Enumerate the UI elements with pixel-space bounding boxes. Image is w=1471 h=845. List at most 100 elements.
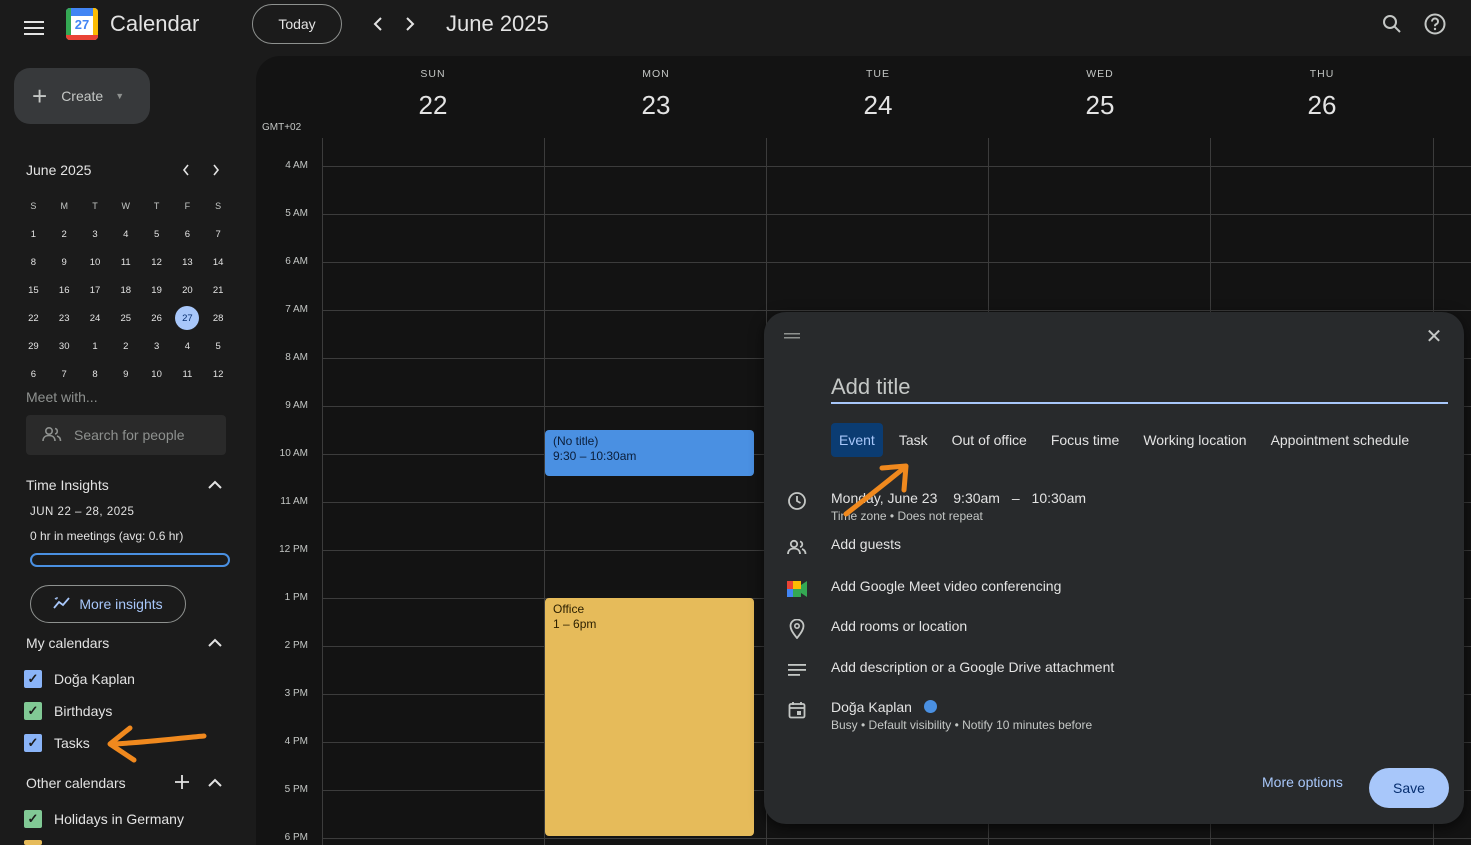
mini-day[interactable]: 23 [49, 304, 80, 332]
mini-day[interactable]: 27 [172, 304, 203, 332]
mini-day[interactable]: 12 [141, 248, 172, 276]
mini-day[interactable]: 5 [141, 220, 172, 248]
tab-event[interactable]: Event [831, 423, 883, 457]
mini-day[interactable]: 8 [18, 248, 49, 276]
collapse-insights-icon[interactable] [205, 475, 225, 495]
mini-day[interactable]: 16 [49, 276, 80, 304]
add-location-row[interactable]: Add rooms or location [786, 618, 967, 640]
save-button[interactable]: Save [1369, 768, 1449, 808]
calendar-item-doga-kaplan[interactable]: ✓ Doğa Kaplan [24, 670, 135, 688]
calendar-logo-icon[interactable]: 27 [66, 8, 98, 40]
mini-next-month-icon[interactable] [206, 158, 226, 182]
checkbox-checked-icon[interactable]: ✓ [24, 734, 42, 752]
tab-task[interactable]: Task [891, 423, 936, 457]
event-office[interactable]: Office 1 – 6pm [545, 598, 754, 836]
event-no-title[interactable]: (No title) 9:30 – 10:30am [545, 430, 754, 476]
add-calendar-icon[interactable] [172, 772, 192, 792]
mini-day[interactable]: 12 [203, 360, 234, 388]
today-button[interactable]: Today [252, 4, 342, 44]
event-start-time[interactable]: 9:30am [953, 490, 1000, 506]
checkbox-checked-icon[interactable]: ✓ [24, 810, 42, 828]
mini-day[interactable]: 3 [80, 220, 111, 248]
search-people-field[interactable]: Search for people [26, 415, 226, 455]
calendar-owner-name[interactable]: Doğa Kaplan [831, 699, 912, 715]
calendar-item-birthdays[interactable]: ✓ Birthdays [24, 702, 112, 720]
mini-day[interactable]: 1 [18, 220, 49, 248]
main-menu-icon[interactable] [14, 8, 54, 48]
add-meet-label[interactable]: Add Google Meet video conferencing [831, 578, 1061, 594]
search-icon[interactable] [1376, 8, 1408, 40]
mini-day[interactable]: 28 [203, 304, 234, 332]
mini-day[interactable]: 25 [110, 304, 141, 332]
tab-out-of-office[interactable]: Out of office [944, 423, 1035, 457]
mini-day[interactable]: 11 [110, 248, 141, 276]
mini-day[interactable]: 6 [172, 220, 203, 248]
drag-handle-icon[interactable] [784, 330, 800, 340]
mini-day[interactable]: 3 [141, 332, 172, 360]
day-number[interactable]: 26 [1211, 90, 1433, 121]
day-header-sun[interactable]: SUN 22 [322, 68, 544, 121]
mini-day[interactable]: 2 [49, 220, 80, 248]
mini-day[interactable]: 30 [49, 332, 80, 360]
mini-day[interactable]: 6 [18, 360, 49, 388]
day-header-mon[interactable]: MON 23 [545, 68, 767, 121]
checkbox-checked-icon[interactable] [24, 840, 42, 845]
day-header-thu[interactable]: THU 26 [1211, 68, 1433, 121]
calendar-owner-details[interactable]: Busy • Default visibility • Notify 10 mi… [831, 718, 1092, 732]
create-button[interactable]: + Create ▼ [14, 68, 150, 124]
mini-day[interactable]: 20 [172, 276, 203, 304]
checkbox-checked-icon[interactable]: ✓ [24, 670, 42, 688]
checkbox-checked-icon[interactable]: ✓ [24, 702, 42, 720]
mini-day[interactable]: 7 [49, 360, 80, 388]
datetime-row[interactable]: Monday, June 23 9:30am – 10:30am Time zo… [786, 490, 1086, 523]
mini-day[interactable]: 11 [172, 360, 203, 388]
add-guests-label[interactable]: Add guests [831, 536, 901, 552]
event-end-time[interactable]: 10:30am [1032, 490, 1086, 506]
mini-day[interactable]: 19 [141, 276, 172, 304]
mini-day[interactable]: 4 [172, 332, 203, 360]
day-number[interactable]: 24 [767, 90, 989, 121]
day-header-wed[interactable]: WED 25 [989, 68, 1211, 121]
mini-day[interactable]: 15 [18, 276, 49, 304]
day-number[interactable]: 23 [545, 90, 767, 121]
mini-day[interactable]: 29 [18, 332, 49, 360]
next-week-icon[interactable] [396, 8, 424, 40]
event-title-input[interactable] [831, 372, 1448, 404]
mini-day[interactable]: 22 [18, 304, 49, 332]
calendar-item-holidays-germany[interactable]: ✓ Holidays in Germany [24, 810, 184, 828]
mini-day[interactable]: 10 [80, 248, 111, 276]
mini-day[interactable]: 24 [80, 304, 111, 332]
tab-focus-time[interactable]: Focus time [1043, 423, 1127, 457]
day-header-tue[interactable]: TUE 24 [767, 68, 989, 121]
more-insights-button[interactable]: More insights [30, 585, 186, 623]
help-icon[interactable] [1418, 8, 1452, 40]
calendar-item-tasks[interactable]: ✓ Tasks [24, 734, 90, 752]
mini-day[interactable]: 4 [110, 220, 141, 248]
mini-day[interactable]: 26 [141, 304, 172, 332]
collapse-other-calendars-icon[interactable] [205, 773, 225, 793]
mini-prev-month-icon[interactable] [176, 158, 196, 182]
close-icon[interactable]: ✕ [1422, 324, 1446, 348]
mini-day[interactable]: 14 [203, 248, 234, 276]
mini-day[interactable]: 10 [141, 360, 172, 388]
add-description-label[interactable]: Add description or a Google Drive attach… [831, 659, 1114, 675]
mini-day[interactable]: 21 [203, 276, 234, 304]
mini-day[interactable]: 1 [80, 332, 111, 360]
mini-day[interactable]: 9 [110, 360, 141, 388]
add-meet-row[interactable]: Add Google Meet video conferencing [786, 578, 1061, 600]
mini-day[interactable]: 5 [203, 332, 234, 360]
add-location-label[interactable]: Add rooms or location [831, 618, 967, 634]
add-description-row[interactable]: Add description or a Google Drive attach… [786, 659, 1114, 681]
mini-day[interactable]: 17 [80, 276, 111, 304]
mini-day[interactable]: 9 [49, 248, 80, 276]
mini-day[interactable]: 7 [203, 220, 234, 248]
mini-day[interactable]: 18 [110, 276, 141, 304]
more-options-button[interactable]: More options [1262, 774, 1343, 790]
mini-day[interactable]: 13 [172, 248, 203, 276]
add-guests-row[interactable]: Add guests [786, 536, 901, 558]
collapse-my-calendars-icon[interactable] [205, 633, 225, 653]
mini-day[interactable]: 8 [80, 360, 111, 388]
tab-appointment-schedule[interactable]: Appointment schedule [1263, 423, 1418, 457]
mini-day-selected[interactable]: 27 [175, 306, 200, 330]
calendar-owner-row[interactable]: Doğa Kaplan Busy • Default visibility • … [786, 699, 1092, 732]
